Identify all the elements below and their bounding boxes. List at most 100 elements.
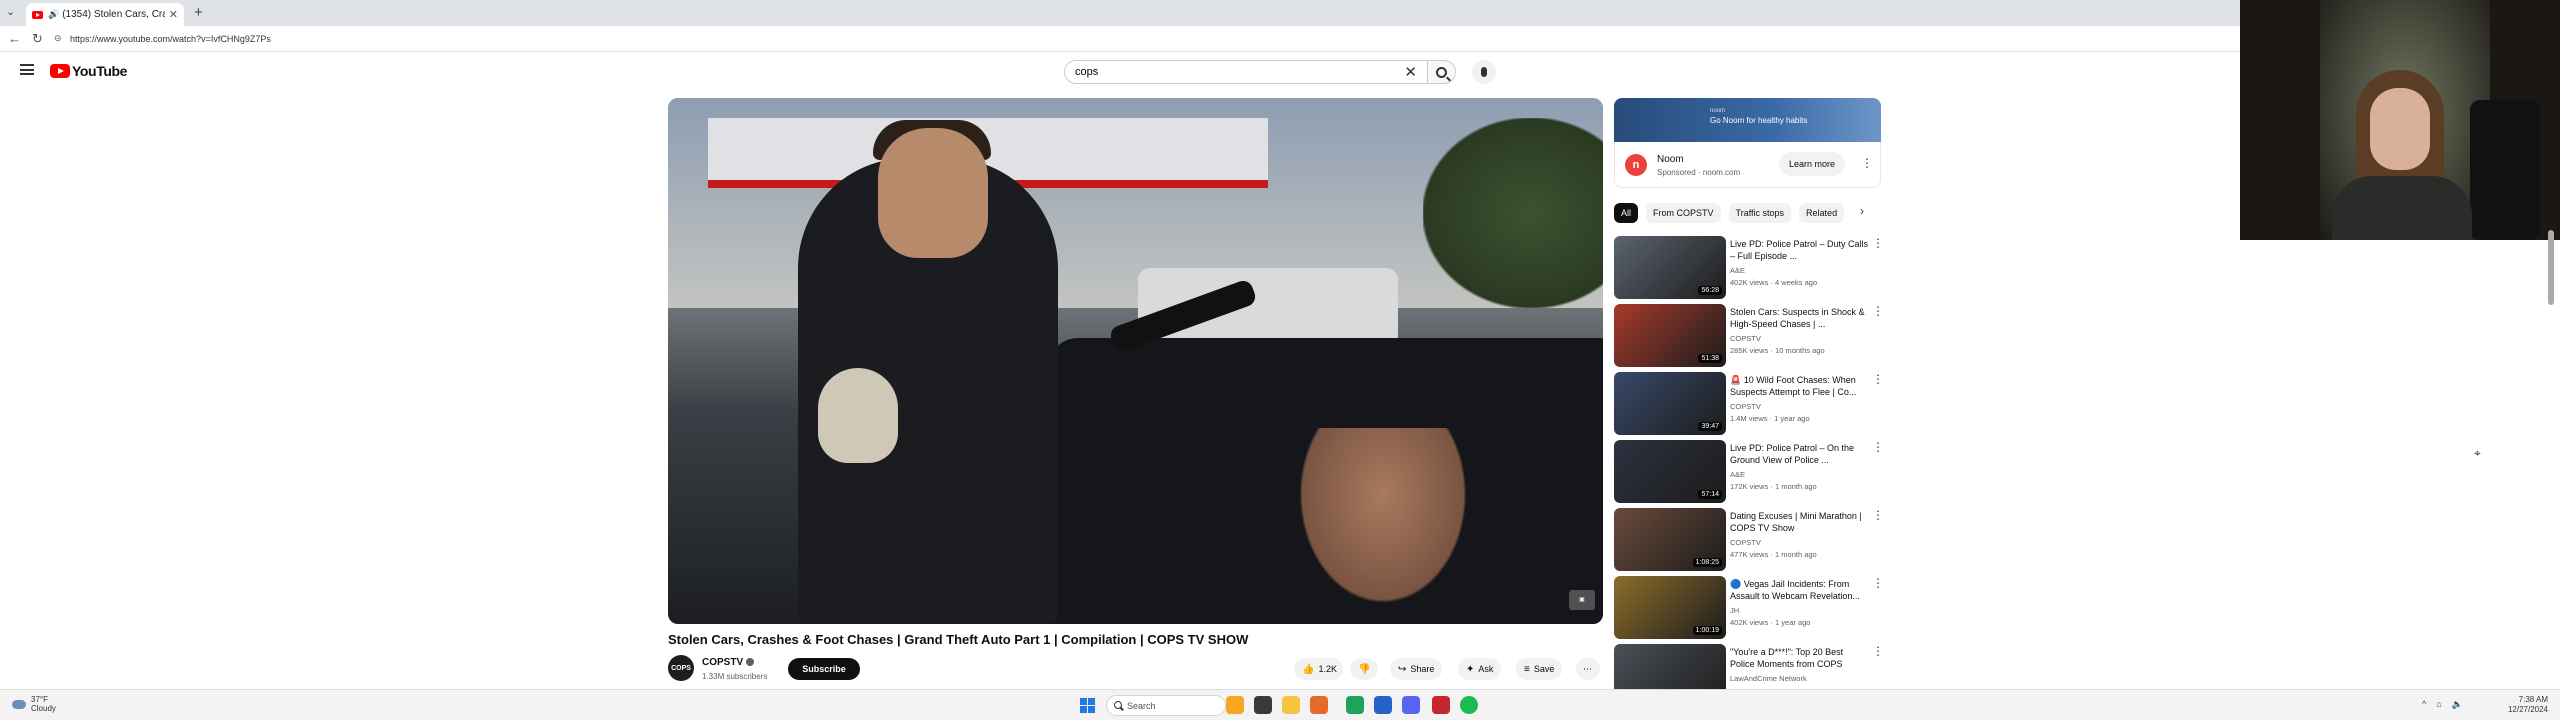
spotify-app-icon[interactable] [1460,696,1478,714]
ad-more-options-icon[interactable]: ⋮ [1861,157,1873,169]
learn-more-button[interactable]: Learn more [1779,152,1845,176]
ad-advertiser-name[interactable]: Noom [1657,154,1684,165]
search-input[interactable] [1075,66,1405,78]
video-frame-suspect [1288,428,1478,618]
obs-app-icon[interactable] [1432,696,1450,714]
like-button[interactable]: 👍 1.2K [1294,658,1343,680]
recommended-video[interactable]: 57:14 Live PD: Police Patrol – On the Gro… [1614,440,1894,506]
taskbar-search-box[interactable]: Search [1106,695,1226,716]
channel-watermark-icon[interactable]: ▣ [1569,590,1595,610]
chip-all[interactable]: All [1614,203,1639,223]
video-more-options-icon[interactable]: ⋮ [1872,441,1884,453]
page-scrollbar[interactable] [2548,230,2554,305]
dislike-button[interactable]: 👎 [1350,658,1378,680]
noom-logo-icon[interactable]: n [1625,154,1647,176]
ask-button[interactable]: ✦ Ask [1458,658,1502,680]
tray-overflow-icon[interactable]: ^ [2422,699,2426,710]
search-button[interactable] [1428,60,1456,84]
new-tab-button[interactable]: + [194,4,203,21]
video-thumbnail[interactable]: 1:00:19 [1614,576,1726,639]
video-frame-trees [1423,118,1603,308]
sparkle-icon: ✦ [1466,663,1475,675]
recommended-video[interactable]: 1:08:25 Dating Excuses | Mini Marathon | … [1614,508,1894,574]
taskbar-search-icon [1114,701,1122,709]
network-icon[interactable]: ⌂ [2436,699,2441,710]
video-duration: 1:08:25 [1692,558,1722,567]
recommended-video[interactable]: 1:00:19 🔵 Vegas Jail Incidents: From Assa… [1614,576,1894,642]
channel-name[interactable]: COPSTV [702,657,755,668]
weather-widget[interactable]: 37°F Cloudy [12,695,56,713]
menu-hamburger-icon[interactable] [20,64,34,75]
share-arrow-icon: ↪ [1398,663,1407,675]
video-thumbnail[interactable]: 1:08:25 [1614,508,1726,571]
windows-start-icon[interactable] [1080,698,1095,713]
browser-tab-active[interactable]: 🔊 (1354) Stolen Cars, Crashes & ✕ [26,3,184,26]
site-info-icon[interactable]: ⊝ [54,33,62,44]
more-actions-button[interactable]: ⋯ [1576,658,1600,680]
video-thumbnail[interactable]: 57:14 [1614,440,1726,503]
subscribe-button[interactable]: Subscribe [788,658,860,680]
recommended-video-title[interactable]: Dating Excuses | Mini Marathon | COPS TV… [1730,510,1870,534]
url-field[interactable]: https://www.youtube.com/watch?v=IvfCHNg9… [70,34,271,44]
cloudy-weather-icon [12,699,26,709]
tab-list-chevron-icon[interactable]: ⌄ [6,5,22,21]
file-explorer-icon[interactable] [1282,696,1300,714]
recommended-video-channel[interactable]: JH [1730,606,1739,615]
ad-banner-image[interactable]: noom Go Noom for healthy habits [1614,98,1881,142]
video-thumbnail[interactable]: 51:38 [1614,304,1726,367]
back-arrow-icon[interactable]: ← [8,31,21,46]
video-thumbnail[interactable]: 56:28 [1614,236,1726,299]
chip-from-copstv[interactable]: From COPSTV [1646,203,1721,223]
recommended-video-title[interactable]: 🔵 Vegas Jail Incidents: From Assault to … [1730,578,1870,602]
video-player[interactable]: ▣ [668,98,1603,624]
recommended-video-channel[interactable]: COPSTV [1730,402,1761,411]
video-more-options-icon[interactable]: ⋮ [1872,305,1884,317]
chip-related[interactable]: Related [1799,203,1845,223]
recommended-video-channel[interactable]: A&E [1730,266,1745,275]
video-more-options-icon[interactable]: ⋮ [1872,373,1884,385]
share-label: Share [1410,664,1435,674]
volume-icon[interactable]: 🔈 [2452,699,2463,710]
reload-icon[interactable]: ↻ [32,31,43,47]
channel-avatar[interactable]: COPS [668,655,694,681]
share-button[interactable]: ↪ Share [1390,658,1443,680]
chrome-browser-icon[interactable] [1346,696,1364,714]
recommended-video-title[interactable]: "You're a D***!": Top 20 Best Police Mom… [1730,646,1870,670]
recommended-video[interactable]: 39:47 🚨 10 Wild Foot Chases: When Suspect… [1614,372,1894,438]
video-title: Stolen Cars, Crashes & Foot Chases | Gra… [668,632,1249,647]
recommended-video[interactable]: 56:28 Live PD: Police Patrol – Duty Calls… [1614,236,1894,302]
taskbar-widget-icon[interactable] [1226,696,1244,714]
brave-browser-icon[interactable] [1310,696,1328,714]
video-more-options-icon[interactable]: ⋮ [1872,237,1884,249]
recommended-video-title[interactable]: Stolen Cars: Suspects in Shock & High-Sp… [1730,306,1870,330]
voice-search-button[interactable] [1472,60,1496,84]
discord-app-icon[interactable] [1402,696,1420,714]
close-tab-icon[interactable]: ✕ [169,8,178,21]
youtube-favicon-icon [32,10,43,19]
recommended-video-channel[interactable]: LawAndCrime Network [1730,674,1807,683]
video-more-options-icon[interactable]: ⋮ [1872,645,1884,657]
recommended-video[interactable]: 51:38 Stolen Cars: Suspects in Shock & Hi… [1614,304,1894,370]
recommended-video-channel[interactable]: COPSTV [1730,334,1761,343]
audio-playing-icon[interactable]: 🔊 [48,9,59,20]
chips-next-arrow-icon[interactable]: › [1860,204,1864,218]
save-button[interactable]: ≡ Save [1516,658,1563,680]
recommended-video-title[interactable]: 🚨 10 Wild Foot Chases: When Suspects Att… [1730,374,1870,398]
task-view-icon[interactable] [1254,696,1272,714]
video-thumbnail[interactable]: 39:47 [1614,372,1726,435]
video-more-options-icon[interactable]: ⋮ [1872,509,1884,521]
more-horizontal-icon: ⋯ [1583,663,1592,674]
verified-check-icon [746,658,755,666]
recommended-video-title[interactable]: Live PD: Police Patrol – Duty Calls – Fu… [1730,238,1870,262]
recommended-video-channel[interactable]: A&E [1730,470,1745,479]
chip-traffic-stops[interactable]: Traffic stops [1728,203,1792,223]
clear-search-icon[interactable]: ✕ [1404,63,1417,81]
webcam-chair [2470,100,2540,240]
taskbar-clock[interactable]: 7:38 AM 12/27/2024 [2500,695,2548,715]
recommended-video-title[interactable]: Live PD: Police Patrol – On the Ground V… [1730,442,1870,466]
video-more-options-icon[interactable]: ⋮ [1872,577,1884,589]
youtube-logo[interactable]: YouTube [50,63,127,79]
recommended-video-channel[interactable]: COPSTV [1730,538,1761,547]
calculator-app-icon[interactable] [1374,696,1392,714]
clock-time: 7:38 AM [2518,695,2548,704]
